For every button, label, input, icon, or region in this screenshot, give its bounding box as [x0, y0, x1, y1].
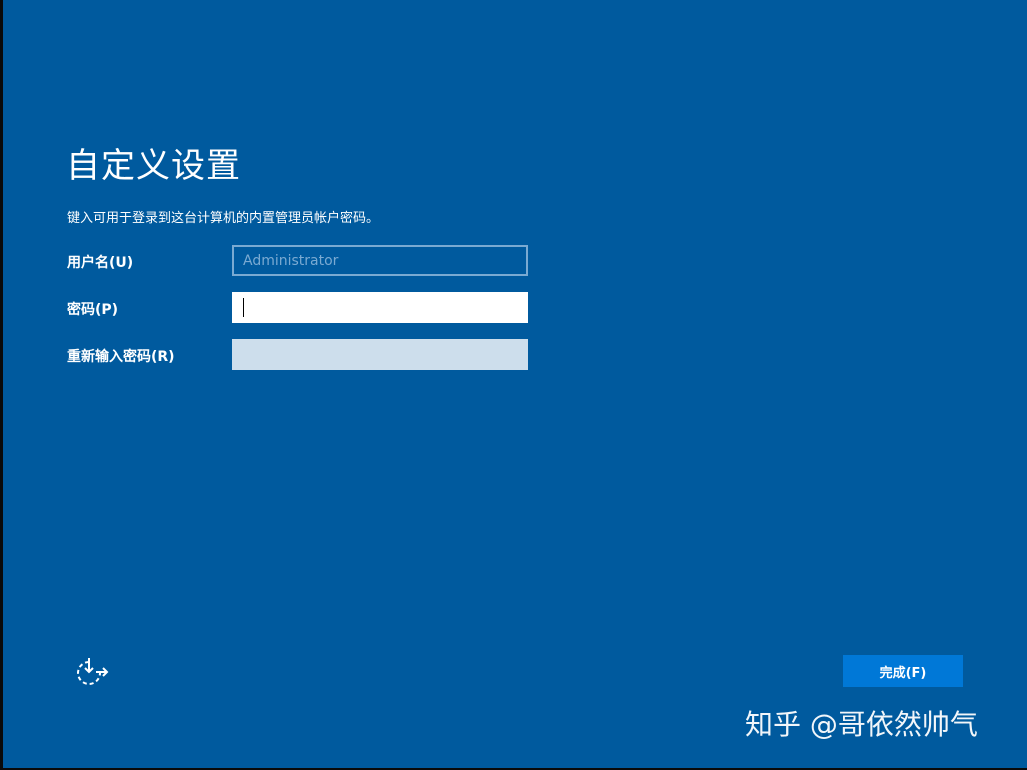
finish-button[interactable]: 完成(F) — [843, 655, 963, 687]
page-subtitle: 键入可用于登录到这台计算机的内置管理员帐户密码。 — [67, 211, 380, 226]
setup-screen: 自定义设置 键入可用于登录到这台计算机的内置管理员帐户密码。 用户名(U) 密码… — [3, 0, 1027, 768]
username-field[interactable] — [232, 245, 528, 276]
password-label: 密码(P) — [67, 302, 119, 318]
reenter-password-label: 重新输入密码(R) — [67, 349, 175, 365]
watermark-text: 知乎 @哥依然帅气 — [745, 708, 978, 741]
text-caret — [243, 298, 244, 317]
password-field[interactable] — [232, 292, 528, 323]
page-title: 自定义设置 — [66, 146, 241, 186]
ease-of-access-icon[interactable] — [73, 656, 109, 688]
reenter-password-field[interactable] — [232, 339, 528, 370]
username-label: 用户名(U) — [67, 255, 134, 271]
